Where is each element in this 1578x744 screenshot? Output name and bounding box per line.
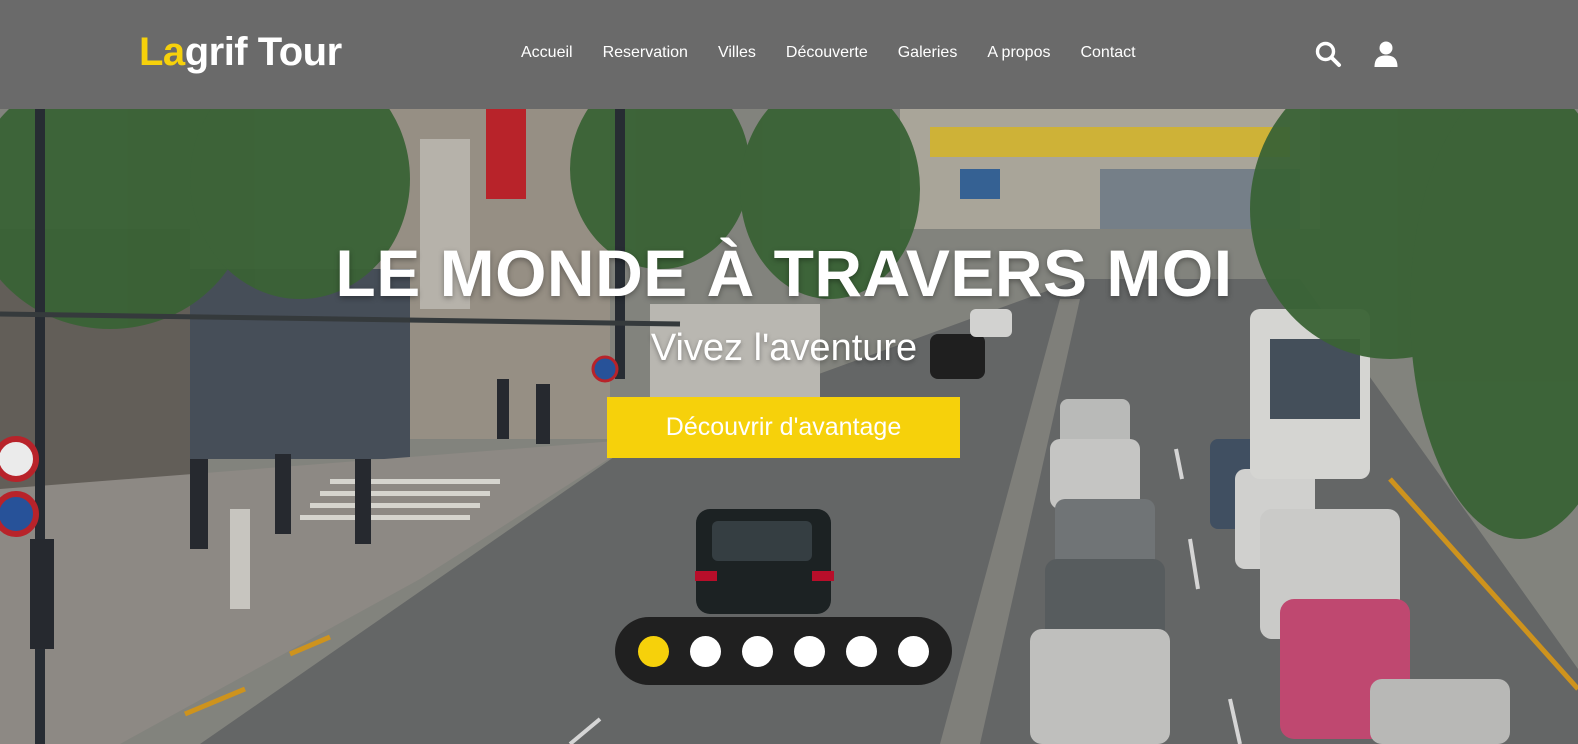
- hero-subtitle: Vivez l'aventure: [650, 327, 918, 369]
- carousel-dot-2[interactable]: [690, 635, 721, 667]
- nav-item-galeries[interactable]: Galeries: [898, 44, 958, 62]
- brand-logo-suffix: grif Tour: [184, 30, 342, 74]
- site-header: Lagrif Tour Accueil Reservation Villes D…: [0, 0, 1578, 109]
- nav-item-contact[interactable]: Contact: [1080, 44, 1135, 62]
- discover-more-button[interactable]: Découvrir d'avantage: [607, 397, 960, 458]
- carousel-dot-6[interactable]: [898, 635, 929, 667]
- nav-item-accueil[interactable]: Accueil: [521, 44, 573, 62]
- carousel-dot-1[interactable]: [638, 635, 669, 667]
- brand-logo-prefix: La: [139, 30, 185, 74]
- carousel-dot-5[interactable]: [846, 635, 877, 667]
- user-icon[interactable]: [1372, 40, 1400, 68]
- nav-item-villes[interactable]: Villes: [718, 44, 756, 62]
- main-nav: Accueil Reservation Villes Découverte Ga…: [521, 44, 1136, 62]
- nav-item-decouverte[interactable]: Découverte: [786, 44, 868, 62]
- search-icon[interactable]: [1314, 40, 1342, 68]
- nav-item-reservation[interactable]: Reservation: [603, 44, 688, 62]
- nav-item-a-propos[interactable]: A propos: [987, 44, 1050, 62]
- carousel-dot-3[interactable]: [742, 635, 773, 667]
- carousel-dot-4[interactable]: [794, 635, 825, 667]
- hero-title: LE MONDE À TRAVERS MOI: [335, 236, 1233, 310]
- brand-logo[interactable]: Lagrif Tour: [139, 30, 342, 75]
- carousel-dots: [615, 617, 952, 685]
- hero-section: LE MONDE À TRAVERS MOI Vivez l'aventure …: [0, 109, 1578, 744]
